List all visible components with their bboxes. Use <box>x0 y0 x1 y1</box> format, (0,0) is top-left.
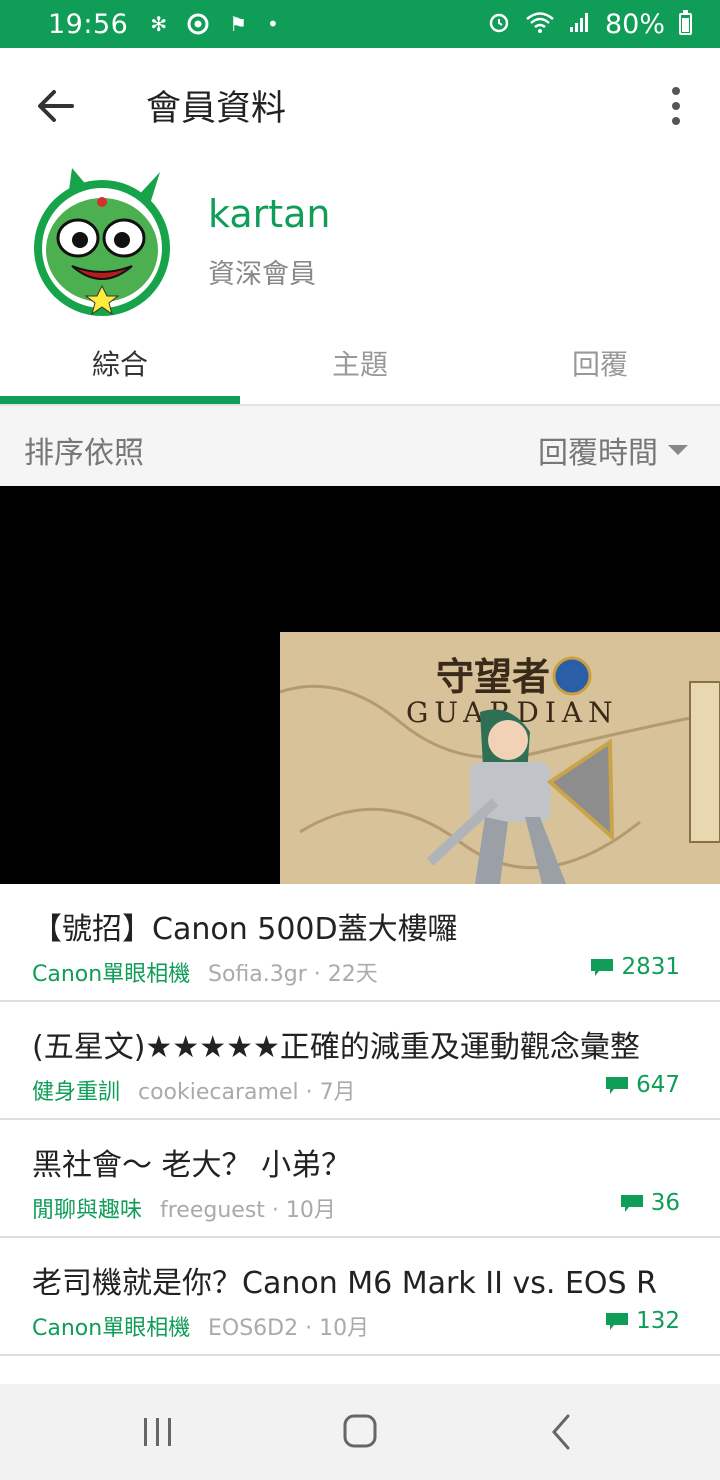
status-time: 19:56 <box>48 8 129 40</box>
alarm-icon <box>487 10 511 38</box>
reply-count-value: 132 <box>636 1308 680 1334</box>
post-board[interactable]: 健身重訓 <box>32 1074 120 1106</box>
app-notification-icon: ⚑ <box>229 12 248 36</box>
post-meta: Sofia.3gr · 22天 <box>208 962 378 987</box>
tab-replies[interactable]: 回覆 <box>480 322 720 404</box>
comment-icon <box>591 958 614 976</box>
post-board[interactable]: Canon單眼相機 <box>32 1310 190 1342</box>
banner-title-cn: 守望者 <box>436 654 550 699</box>
tab-topics[interactable]: 主題 <box>240 322 480 404</box>
post-meta: EOS6D2 · 10月 <box>208 1316 370 1341</box>
post-meta: freeguest · 10月 <box>160 1198 336 1223</box>
reply-count-value: 2831 <box>621 954 680 980</box>
more-vert-icon <box>672 87 680 95</box>
page-title: 會員資料 <box>146 89 287 129</box>
status-right: 80% <box>487 9 692 40</box>
back-nav-icon[interactable] <box>540 1412 584 1452</box>
sort-value: 回覆時間 <box>538 436 658 471</box>
status-bar: 19:56 ✻ ⚑ • 80% <box>0 0 720 48</box>
list-item[interactable]: 【號招】Canon 500D蓋大樓囉 Canon單眼相機 Sofia.3gr ·… <box>0 884 720 1002</box>
post-board[interactable]: 閒聊與趣味 <box>32 1192 142 1224</box>
recent-apps-icon[interactable] <box>136 1412 180 1452</box>
reply-count: 647 <box>606 1072 680 1098</box>
dropdown-arrow-icon <box>668 445 688 455</box>
tab-bar: 綜合 主題 回覆 <box>0 322 720 406</box>
back-button[interactable] <box>30 80 82 132</box>
sort-row: 排序依照 回覆時間 <box>0 406 720 486</box>
comment-icon <box>606 1076 629 1094</box>
post-title: 黑社會～ 老大？ 小弟？ <box>32 1148 352 1183</box>
ad-banner[interactable]: 守望者 GUARDIAN <box>0 486 720 884</box>
list-item[interactable]: 老司機就是你？Canon M6 Mark II vs. EOS R Canon單… <box>0 1238 720 1356</box>
more-options-button[interactable] <box>654 84 698 128</box>
post-title: 【號招】Canon 500D蓋大樓囉 <box>32 912 458 947</box>
arrow-back-icon <box>38 90 74 122</box>
app-bar: 會員資料 <box>0 48 720 160</box>
avatar[interactable] <box>32 168 172 316</box>
reply-count-value: 647 <box>636 1072 680 1098</box>
reply-count-value: 36 <box>650 1190 680 1216</box>
more-notifications-dot-icon: • <box>267 12 279 36</box>
post-meta: cookiecaramel · 7月 <box>138 1080 356 1105</box>
signal-icon <box>569 11 591 37</box>
chrome-icon <box>187 13 209 35</box>
notification-icon: ✻ <box>150 12 168 36</box>
reply-count: 36 <box>620 1190 680 1216</box>
comment-icon <box>606 1312 629 1330</box>
list-item[interactable]: 黑社會～ 老大？ 小弟？ 閒聊與趣味 freeguest · 10月 36 <box>0 1120 720 1238</box>
tab-indicator <box>0 396 240 404</box>
post-title: (五星文)★★★★★正確的減重及運動觀念彙整 <box>32 1030 640 1065</box>
reply-count: 2831 <box>591 954 680 980</box>
reply-count: 132 <box>606 1308 680 1334</box>
sort-label: 排序依照 <box>24 436 144 471</box>
member-rank: 資深會員 <box>208 259 316 290</box>
banner-image: 守望者 GUARDIAN <box>280 632 720 884</box>
post-title: 老司機就是你？Canon M6 Mark II vs. EOS R <box>32 1266 657 1301</box>
wifi-icon <box>525 11 555 37</box>
system-nav-bar <box>0 1384 720 1480</box>
list-item[interactable]: (五星文)★★★★★正確的減重及運動觀念彙整 健身重訓 cookiecarame… <box>0 1002 720 1120</box>
tab-overview[interactable]: 綜合 <box>0 322 240 404</box>
comment-icon <box>620 1194 643 1212</box>
post-board[interactable]: Canon單眼相機 <box>32 956 190 988</box>
battery-percent: 80% <box>604 8 665 40</box>
battery-icon <box>679 10 692 35</box>
sort-dropdown[interactable]: 回覆時間 <box>538 428 688 472</box>
home-icon[interactable] <box>338 1412 382 1452</box>
username: kartan <box>208 192 331 236</box>
